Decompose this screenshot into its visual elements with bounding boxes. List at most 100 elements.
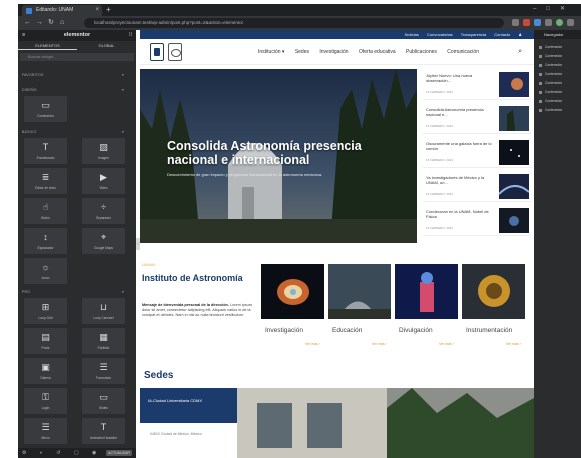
navigator-item[interactable]: Contenedor xyxy=(539,71,579,77)
menu-item-comunicacion[interactable]: Comunicación xyxy=(447,49,479,55)
navigator-item[interactable]: Contenedor xyxy=(539,98,579,104)
widget-tile[interactable]: ▶ Video xyxy=(82,168,125,194)
hamburger-icon[interactable]: ≡ xyxy=(22,30,25,41)
widget-tile[interactable]: ▣ Galería xyxy=(24,358,67,384)
widget-tile[interactable]: ⌖ Google Maps xyxy=(82,228,125,254)
card-more-link[interactable]: Ver más › xyxy=(372,342,387,346)
user-icon[interactable]: ♟ xyxy=(518,32,522,37)
forward-icon[interactable]: → xyxy=(36,18,43,28)
close-tab-icon[interactable]: × xyxy=(95,5,99,16)
unam-logo[interactable] xyxy=(150,43,164,61)
widget-label: Botón xyxy=(41,216,50,220)
top-links: Noticias Convocatorias Transparencia Con… xyxy=(398,30,522,39)
grid-icon[interactable]: ⁞⁞ xyxy=(129,30,132,41)
home-icon[interactable]: ⌂ xyxy=(60,18,64,28)
widget-tile[interactable]: ▭ Contenedor xyxy=(24,96,67,122)
navigator-item[interactable]: Contenedor xyxy=(539,44,579,50)
card-more-link[interactable]: Ver más › xyxy=(506,342,521,346)
extension-icon[interactable] xyxy=(512,19,519,26)
window-controls[interactable]: –□✕ xyxy=(533,4,575,15)
widget-icon: ▤ xyxy=(41,332,50,342)
widget-label: Espaciador xyxy=(37,246,54,250)
navigator-item[interactable]: Contenedor xyxy=(539,89,579,95)
card-instrumentacion[interactable]: Instrumentación Ver más › xyxy=(462,264,525,351)
section-label: BÁSICO xyxy=(22,130,37,134)
news-date: 15 FEBRERO, 2024 xyxy=(426,124,454,128)
panel-footer: ⚙ ◐ ↺ ▢ ◉ ACTUALIZAR xyxy=(18,448,136,458)
navigator-item[interactable]: Contenedor xyxy=(539,107,579,113)
widget-tile[interactable]: ☰ Formulario xyxy=(82,358,125,384)
widget-tile[interactable]: ÷ Separador xyxy=(82,198,125,224)
site-top-bar: Noticias Convocatorias Transparencia Con… xyxy=(140,30,534,39)
menu-item-sedes[interactable]: Sedes xyxy=(295,49,309,55)
menu-icon[interactable] xyxy=(567,19,574,26)
top-link[interactable]: Contacto xyxy=(494,32,510,37)
update-button[interactable]: ACTUALIZAR xyxy=(106,450,132,456)
navigator-item[interactable]: Contenedor xyxy=(539,80,579,86)
navigator-panel: Navegador Contenedor Contenedor Contenedor… xyxy=(534,30,581,458)
navigator-item[interactable]: Contenedor xyxy=(539,53,579,59)
slider-dots[interactable] xyxy=(255,232,290,243)
news-item[interactable]: Consolida Astronomía presencia nacional … xyxy=(423,104,531,134)
widget-tile[interactable]: ☝ Botón xyxy=(24,198,67,224)
section-basic[interactable]: BÁSICO ▾ xyxy=(22,130,124,134)
top-link[interactable]: Convocatorias xyxy=(427,32,453,37)
widget-icon: ☼ xyxy=(41,262,50,272)
widget-tile[interactable]: ▤ Posts xyxy=(24,328,67,354)
menu-item-publicaciones[interactable]: Publicaciones xyxy=(406,49,437,55)
card-more-link[interactable]: Ver más › xyxy=(439,342,454,346)
news-title: Oscuramente una galaxia fuera de lo comú… xyxy=(426,141,492,151)
section-pro[interactable]: PRO ▾ xyxy=(22,290,124,294)
address-bar[interactable]: localhost/proyectounam.test/wp-admin/pos… xyxy=(84,18,504,28)
elementor-panel: ≡ elementor ⁞⁞ ELEMENTOS GLOBAL Buscar w… xyxy=(18,30,136,458)
card-divulgacion[interactable]: Divulgación Ver más › xyxy=(395,264,458,351)
top-link[interactable]: Transparencia xyxy=(461,32,486,37)
menu-item-oferta[interactable]: Oferta educativa xyxy=(359,49,396,55)
widget-tile[interactable]: T Encabezado xyxy=(24,138,67,164)
section-layout[interactable]: DISEÑO ▾ xyxy=(22,88,124,92)
tab-elements[interactable]: ELEMENTOS xyxy=(18,41,77,50)
widget-tile[interactable]: T Animated Headline xyxy=(82,418,125,444)
card-title: Educación xyxy=(332,327,363,334)
widget-tile[interactable]: ☼ Icono xyxy=(24,258,67,284)
institute-logo[interactable] xyxy=(168,43,182,61)
card-educacion[interactable]: Educación Ver más › xyxy=(328,264,391,351)
news-item[interactable]: Oscuramente una galaxia fuera de lo comú… xyxy=(423,138,531,168)
widget-icon: T xyxy=(42,142,49,152)
news-item[interactable]: Condecoran en la UNAM, Nobel de Física 1… xyxy=(423,206,531,236)
sede-card[interactable]: IA-Ciudad Universitaria CDMX xyxy=(140,388,237,423)
extension-icon[interactable] xyxy=(523,19,530,26)
profile-avatar[interactable] xyxy=(556,19,563,26)
chevron-icon: ▾ xyxy=(122,73,124,77)
widget-tile[interactable]: ⚿ Login xyxy=(24,388,67,414)
browser-tab[interactable]: Editando: UNAM × xyxy=(22,5,102,16)
widget-tile[interactable]: ☰ Menú xyxy=(24,418,67,444)
widget-tile[interactable]: ⊔ Loop Carrusel xyxy=(82,298,125,324)
menu-item-institucion[interactable]: Institución ▾ xyxy=(258,49,284,55)
top-link[interactable]: Noticias xyxy=(405,32,419,37)
card-investigacion[interactable]: Investigación Ver más › xyxy=(261,264,324,351)
news-item[interactable]: Ya investigadores de México y la UNAM, u… xyxy=(423,172,531,202)
tab-global[interactable]: GLOBAL xyxy=(77,41,136,50)
widget-search-input[interactable]: Buscar widget... xyxy=(20,53,134,61)
widget-tile[interactable]: ≣ Editor de texto xyxy=(24,168,67,194)
widget-tile[interactable]: ⊞ Loop Grid xyxy=(24,298,67,324)
widget-tile[interactable]: ▭ Slides xyxy=(82,388,125,414)
extension-icon[interactable] xyxy=(545,19,552,26)
card-more-link[interactable]: Ver más › xyxy=(305,342,320,346)
menu-item-investigacion[interactable]: Investigación xyxy=(319,49,348,55)
widget-tile[interactable]: ▨ Imagen xyxy=(82,138,125,164)
section-favorites[interactable]: FAVORITOS ▾ xyxy=(22,73,124,77)
back-icon[interactable]: ← xyxy=(24,18,31,28)
news-date: 15 FEBRERO, 2024 xyxy=(426,226,454,230)
search-icon[interactable]: ⌕ xyxy=(518,48,522,56)
extension-icon[interactable] xyxy=(534,19,541,26)
reload-icon[interactable]: ↻ xyxy=(48,18,54,28)
widget-tile[interactable]: ↕ Espaciador xyxy=(24,228,67,254)
navigator-item[interactable]: Contenedor xyxy=(539,62,579,68)
news-item[interactable]: Júpiter Nuevo: Una nueva observación... … xyxy=(423,70,531,100)
hero-slider[interactable]: Consolida Astronomía presencia nacional … xyxy=(140,69,417,243)
new-tab-button[interactable]: + xyxy=(106,4,111,15)
widget-tile[interactable]: ▦ Portfolio xyxy=(82,328,125,354)
footer-tools[interactable]: ⚙ ◐ ↺ ▢ ◉ xyxy=(22,450,102,456)
